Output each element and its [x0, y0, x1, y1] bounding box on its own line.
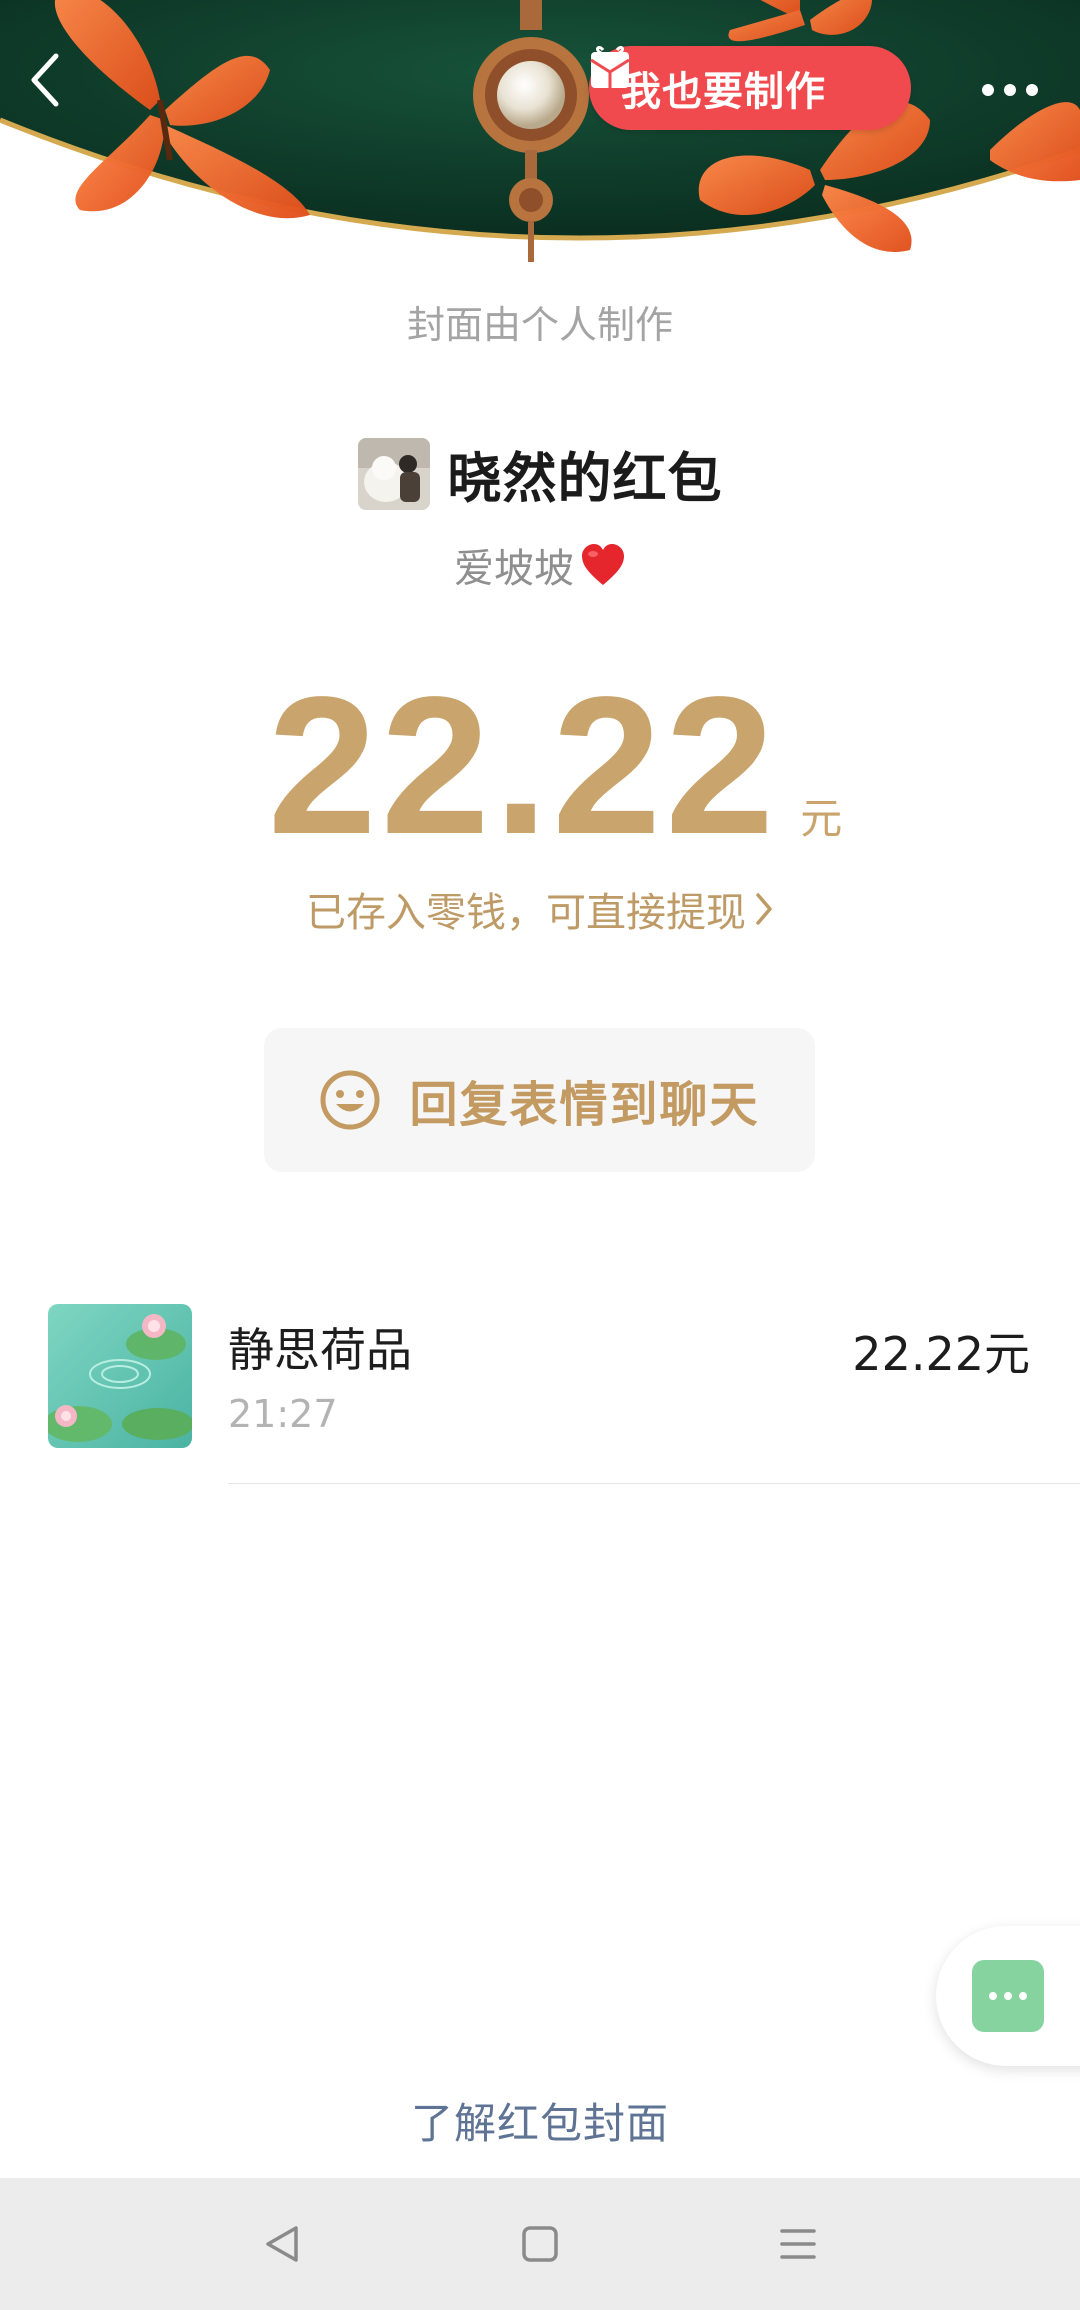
deposit-note-link[interactable]: 已存入零钱，可直接提现 [0, 880, 1080, 938]
triangle-back-icon [266, 2226, 298, 2262]
reply-sticker-label: 回复表情到聊天 [409, 1077, 760, 1133]
system-navigation-bar [0, 2178, 1080, 2310]
chat-dot [1019, 1992, 1027, 2000]
nav-menu-button[interactable] [768, 2214, 828, 2274]
sender-row: 晓然的红包 [0, 434, 1080, 513]
chat-dot [1004, 1992, 1012, 2000]
greeting-text: 爱坡坡 [454, 546, 574, 592]
cover-caption: 封面由个人制作 [406, 303, 673, 347]
receiver-name: 静思荷品 [228, 1323, 412, 1377]
greeting-message: 爱坡坡 [0, 536, 1080, 594]
nav-home-button[interactable] [510, 2214, 570, 2274]
chevron-right-icon [756, 893, 772, 925]
amount-unit: 元 [800, 794, 843, 843]
square-home-icon [522, 2226, 558, 2262]
more-dot [1026, 84, 1038, 96]
list-item[interactable]: 静思荷品 21:27 22.22元 [0, 1300, 1080, 1484]
more-dot [982, 84, 994, 96]
cover-artwork [0, 0, 1080, 280]
amount-value: 22.22 [267, 656, 779, 875]
more-options-button[interactable] [970, 60, 1050, 120]
chat-dot [989, 1992, 997, 2000]
receiver-avatar [48, 1304, 192, 1448]
learn-cover-link[interactable]: 了解红包封面 [0, 2090, 1080, 2151]
row-divider [228, 1483, 1080, 1484]
back-button[interactable] [28, 52, 88, 122]
red-heart-icon [582, 544, 624, 585]
deposit-note-text: 已存入零钱，可直接提现 [306, 890, 746, 936]
reply-sticker-button[interactable]: 回复表情到聊天 [264, 1028, 815, 1172]
amount-row: 22.22 元 [0, 668, 1080, 864]
make-cover-button[interactable]: 我也要制作 [589, 46, 911, 130]
make-cover-label: 我也要制作 [621, 69, 826, 115]
gift-envelope-icon [590, 46, 630, 88]
receive-time: 21:27 [228, 1392, 338, 1436]
smiley-icon [320, 1070, 380, 1130]
chevron-left-icon [31, 53, 59, 107]
more-dot [1004, 84, 1016, 96]
nav-back-button[interactable] [252, 2214, 312, 2274]
received-amount: 22.22元 [852, 1327, 1030, 1381]
sender-avatar[interactable] [357, 437, 430, 510]
sender-title: 晓然的红包 [447, 447, 723, 510]
menu-lines-icon [780, 2229, 816, 2259]
floating-chat-button[interactable] [972, 1960, 1044, 2032]
red-packet-cover: 我也要制作 [0, 0, 1080, 280]
